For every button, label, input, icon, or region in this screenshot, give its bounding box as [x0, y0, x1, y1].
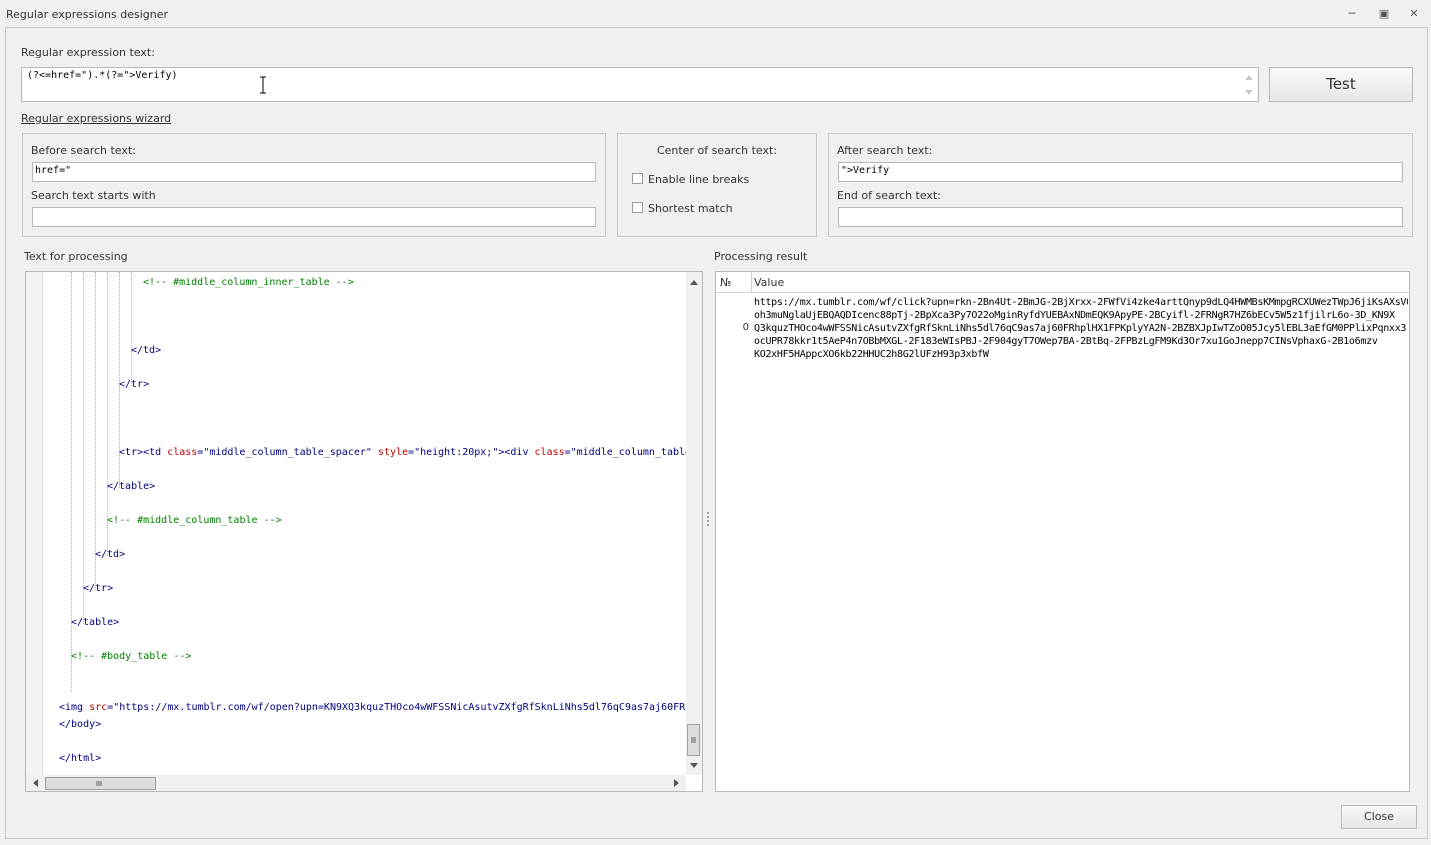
regex-wizard-link[interactable]: Regular expressions wizard: [21, 112, 171, 125]
code-line: <!-- #body_table -->: [71, 651, 192, 662]
center-label: Center of search text:: [656, 144, 778, 157]
regex-input[interactable]: (?<=href=").*(?=">Verify): [21, 67, 1259, 102]
before-value: href=": [35, 165, 72, 176]
result-value-line: oh3muNglaUjEBQAQDIcenc88pTj-2BpXca3Py7O2…: [754, 310, 1395, 321]
editor-vertical-scrollbar[interactable]: [686, 272, 702, 775]
code-line: </table>: [107, 481, 156, 492]
code-line: <!-- #middle_column_inner_table -->: [143, 277, 354, 288]
regex-scrollbar[interactable]: [1241, 69, 1257, 100]
shortest-match-checkbox[interactable]: [632, 202, 643, 213]
starts-label: Search text starts with: [31, 189, 156, 202]
maximize-icon[interactable]: ▣: [1376, 6, 1392, 22]
result-value-cell[interactable]: https://mx.tumblr.com/wf/click?upn=rkn-2…: [754, 296, 1408, 361]
processing-text-label: Text for processing: [24, 250, 128, 263]
shortest-match-label[interactable]: Shortest match: [648, 202, 733, 215]
row-number: 0: [742, 322, 749, 333]
code-line: <!-- #middle_column_table -->: [107, 515, 282, 526]
processing-text-editor[interactable]: <!-- #middle_column_inner_table --> </td…: [25, 271, 703, 792]
splitter-handle[interactable]: [705, 510, 711, 528]
title-bar: [0, 0, 1431, 28]
code-line: </tr>: [83, 583, 114, 594]
result-value-line: ocUPR78kkr1t5AeP4n7OBbMXGL-2F183eWIsPBJ-…: [754, 336, 1378, 347]
regex-label: Regular expression text:: [21, 46, 155, 59]
column-header-value[interactable]: Value: [754, 276, 784, 289]
table-row[interactable]: 0: [716, 292, 751, 362]
code-line: <img src="https://mx.tumblr.com/wf/open?…: [59, 702, 703, 713]
result-value-line: Q3kquzTHOco4wWFSSNicAsutvZXfgRfSknLiNhs5…: [754, 323, 1407, 334]
after-value: ">Verify: [841, 165, 890, 176]
after-input[interactable]: ">Verify: [838, 162, 1403, 182]
editor-vscroll-thumb[interactable]: [687, 724, 700, 756]
close-button[interactable]: Close: [1341, 805, 1417, 829]
code-line: </td>: [131, 345, 162, 356]
editor-gutter: [26, 272, 43, 775]
text-cursor-icon: [258, 76, 268, 94]
editor-hscroll-thumb[interactable]: [45, 777, 156, 790]
test-button[interactable]: Test: [1269, 67, 1413, 102]
code-line: </td>: [95, 549, 126, 560]
line-breaks-checkbox[interactable]: [632, 173, 643, 184]
editor-horizontal-scrollbar[interactable]: [26, 775, 686, 791]
result-grid-header: [716, 272, 1409, 293]
window-title: Regular expressions designer: [6, 8, 169, 21]
result-value-line: KO2xHF5HAppcXO6kb22HHUC2h8G2lUFzH93p3xbf…: [754, 349, 989, 360]
after-label: After search text:: [837, 144, 933, 157]
code-line: </html>: [59, 753, 102, 764]
result-grid[interactable]: № Value 0 https://mx.tumblr.com/wf/click…: [715, 271, 1410, 792]
before-label: Before search text:: [31, 144, 136, 157]
end-label: End of search text:: [837, 189, 941, 202]
result-value-line: https://mx.tumblr.com/wf/click?upn=rkn-2…: [754, 297, 1408, 308]
code-line: </table>: [71, 617, 120, 628]
code-line: </tr>: [119, 379, 150, 390]
before-input[interactable]: href=": [32, 162, 596, 182]
column-header-no[interactable]: №: [720, 276, 731, 289]
starts-input[interactable]: [32, 207, 596, 227]
code-line: </body>: [59, 719, 102, 730]
end-input[interactable]: [838, 207, 1403, 227]
regex-value: (?<=href=").*(?=">Verify): [27, 70, 178, 81]
minimize-icon[interactable]: ─: [1344, 6, 1360, 22]
code-line: <tr><td class="middle_column_table_space…: [119, 447, 702, 458]
line-breaks-label[interactable]: Enable line breaks: [648, 173, 749, 186]
close-icon[interactable]: ✕: [1406, 6, 1422, 22]
processing-result-label: Processing result: [714, 250, 808, 263]
